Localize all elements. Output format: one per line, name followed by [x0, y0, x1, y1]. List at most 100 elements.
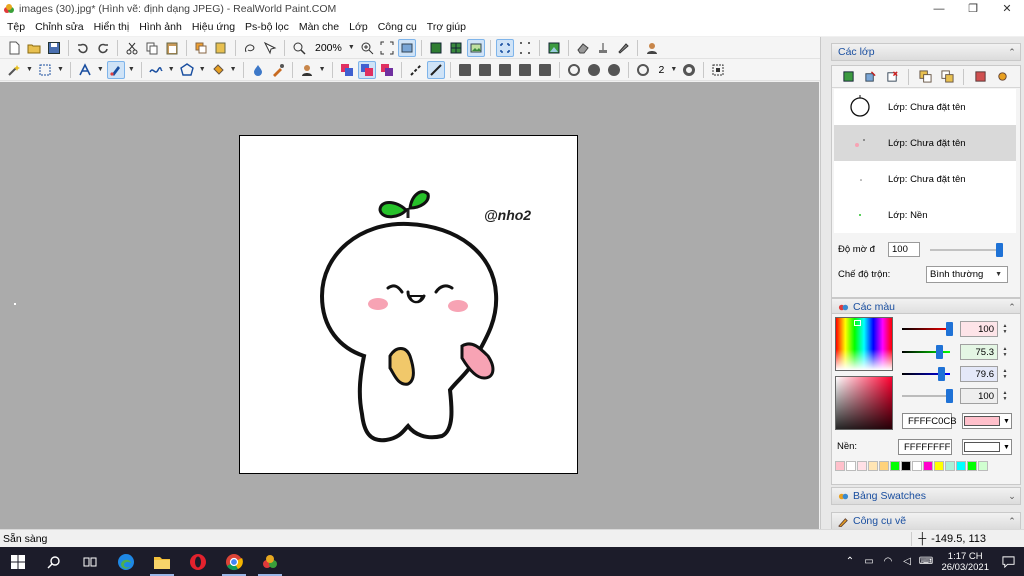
layer-up-icon[interactable]: [916, 68, 934, 86]
network-icon[interactable]: ▭: [861, 554, 876, 569]
realworld-paint-icon[interactable]: [252, 547, 288, 576]
brush-tool-dropdown-icon[interactable]: ▼: [128, 66, 135, 73]
pointer-select-icon[interactable]: [261, 39, 279, 57]
dashed-line-icon[interactable]: [407, 61, 425, 79]
layer-item-selected[interactable]: Lớp: Chưa đặt tên: [834, 125, 1016, 161]
canvas-workspace[interactable]: @nho2: [0, 82, 819, 529]
background-hex-input[interactable]: FFFFFFFF: [898, 439, 952, 455]
opera-browser-icon[interactable]: [180, 547, 216, 576]
background-color-dropdown[interactable]: ▼: [962, 439, 1012, 455]
channel-slider-4[interactable]: [902, 389, 953, 403]
menu-help[interactable]: Trợ giúp: [422, 21, 471, 33]
fill-bucket-icon[interactable]: [209, 61, 227, 79]
brush-tool-icon[interactable]: [106, 60, 125, 79]
circle-filled-1-icon[interactable]: [585, 61, 603, 79]
menu-view[interactable]: Hiển thị: [89, 21, 135, 33]
palette-swatch[interactable]: [901, 461, 911, 471]
brush-shape-icon[interactable]: [634, 61, 652, 79]
primary-hex-input[interactable]: FFFFC0CB: [902, 413, 957, 429]
minimize-button[interactable]: —: [922, 0, 956, 17]
eraser-icon[interactable]: [574, 39, 592, 57]
image-icon[interactable]: [545, 39, 563, 57]
zoom-dropdown-icon[interactable]: ▼: [348, 44, 355, 51]
palette-swatch[interactable]: [923, 461, 933, 471]
hue-picker[interactable]: [835, 317, 893, 371]
layers-panel-header[interactable]: Các lớp ⌃: [831, 43, 1021, 61]
user-icon[interactable]: [643, 39, 661, 57]
layer-properties-icon[interactable]: [993, 68, 1011, 86]
palette-swatch[interactable]: [857, 461, 867, 471]
brush-round-icon[interactable]: [680, 61, 698, 79]
fill-bucket-dropdown-icon[interactable]: ▼: [230, 66, 237, 73]
fit-window-icon[interactable]: [378, 39, 396, 57]
zoom-in-icon[interactable]: [358, 39, 376, 57]
copy-icon[interactable]: [143, 39, 161, 57]
layer-item[interactable]: Lớp: Chưa đặt tên: [834, 89, 1016, 125]
palette-swatch[interactable]: [890, 461, 900, 471]
blend-mode-2-icon[interactable]: [357, 60, 376, 79]
rect-select-icon[interactable]: [36, 61, 54, 79]
swatches-panel-header[interactable]: Bảng Swatches ⌄: [831, 487, 1021, 505]
magic-wand-icon[interactable]: [5, 61, 23, 79]
channel-value-2[interactable]: 75.3: [960, 344, 998, 360]
channel-value-4[interactable]: 100: [960, 388, 998, 404]
clock[interactable]: 1:17 CH 26/03/2021: [941, 551, 989, 573]
square-style-2-icon[interactable]: [476, 61, 494, 79]
channel-slider-3[interactable]: [902, 367, 950, 381]
opacity-slider[interactable]: [930, 242, 1003, 257]
menu-effects[interactable]: Hiệu ứng: [187, 21, 240, 33]
palette-swatch[interactable]: [967, 461, 977, 471]
paste-layer-icon[interactable]: [212, 39, 230, 57]
magic-wand-dropdown-icon[interactable]: ▼: [26, 66, 33, 73]
clone-stamp-icon[interactable]: [298, 61, 316, 79]
select-all-icon[interactable]: [516, 39, 534, 57]
menu-layer[interactable]: Lớp: [344, 21, 373, 33]
save-icon[interactable]: [45, 39, 63, 57]
channel-value-3[interactable]: 79.6: [960, 366, 998, 382]
chrome-browser-icon[interactable]: [216, 547, 252, 576]
shape-tool-dropdown-icon[interactable]: ▼: [199, 66, 206, 73]
selection-handles-icon[interactable]: [495, 38, 514, 57]
spinner-icon[interactable]: ▲ ▼: [1000, 344, 1010, 360]
antialias-icon[interactable]: [709, 61, 727, 79]
curve-tool-dropdown-icon[interactable]: ▼: [168, 66, 175, 73]
image-canvas[interactable]: @nho2: [239, 135, 578, 474]
channel-slider-2[interactable]: [902, 345, 950, 359]
expand-swatches-icon[interactable]: ⌄: [1004, 491, 1020, 502]
wifi-icon[interactable]: ◠: [880, 554, 895, 569]
palette-swatch[interactable]: [846, 461, 856, 471]
palette-swatch[interactable]: [879, 461, 889, 471]
open-folder-icon[interactable]: [25, 39, 43, 57]
close-button[interactable]: ✕: [990, 0, 1024, 17]
maximize-button[interactable]: ❐: [956, 0, 990, 17]
layer-item[interactable]: Lớp: Chưa đặt tên: [834, 161, 1016, 197]
palette-swatch[interactable]: [934, 461, 944, 471]
circle-outline-icon[interactable]: [565, 61, 583, 79]
rect-select-dropdown-icon[interactable]: ▼: [57, 66, 64, 73]
blend-mode-select[interactable]: Bình thường ▼: [926, 266, 1008, 283]
redo-icon[interactable]: [94, 39, 112, 57]
menu-file[interactable]: Tệp: [2, 21, 30, 33]
clone-stamp-dropdown-icon[interactable]: ▼: [319, 66, 326, 73]
image-size-icon[interactable]: [427, 39, 445, 57]
primary-color-dropdown[interactable]: ▼: [962, 413, 1012, 429]
palette-swatch[interactable]: [978, 461, 988, 471]
brush-size-dropdown-icon[interactable]: ▼: [670, 66, 677, 73]
spinner-icon[interactable]: ▲ ▼: [1000, 321, 1010, 337]
edge-browser-icon[interactable]: [108, 547, 144, 576]
menu-image[interactable]: Hình ảnh: [134, 21, 187, 33]
collapse-colors-icon[interactable]: ⌃: [1004, 302, 1020, 313]
brush-size-value[interactable]: 2: [659, 64, 665, 76]
grid-view-icon[interactable]: [397, 38, 416, 57]
drawing-tools-panel-header[interactable]: Công cụ vẽ ⌃: [831, 512, 1021, 530]
search-icon[interactable]: [36, 547, 72, 576]
channel-value-1[interactable]: 100: [960, 321, 998, 337]
text-tool-dropdown-icon[interactable]: ▼: [97, 66, 104, 73]
square-style-5-icon[interactable]: [536, 61, 554, 79]
opacity-input[interactable]: 100: [888, 242, 920, 257]
spinner-icon[interactable]: ▲ ▼: [1000, 388, 1010, 404]
show-image-icon[interactable]: [466, 38, 485, 57]
palette-swatch[interactable]: [956, 461, 966, 471]
volume-icon[interactable]: ◁: [899, 554, 914, 569]
palette-swatch[interactable]: [835, 461, 845, 471]
